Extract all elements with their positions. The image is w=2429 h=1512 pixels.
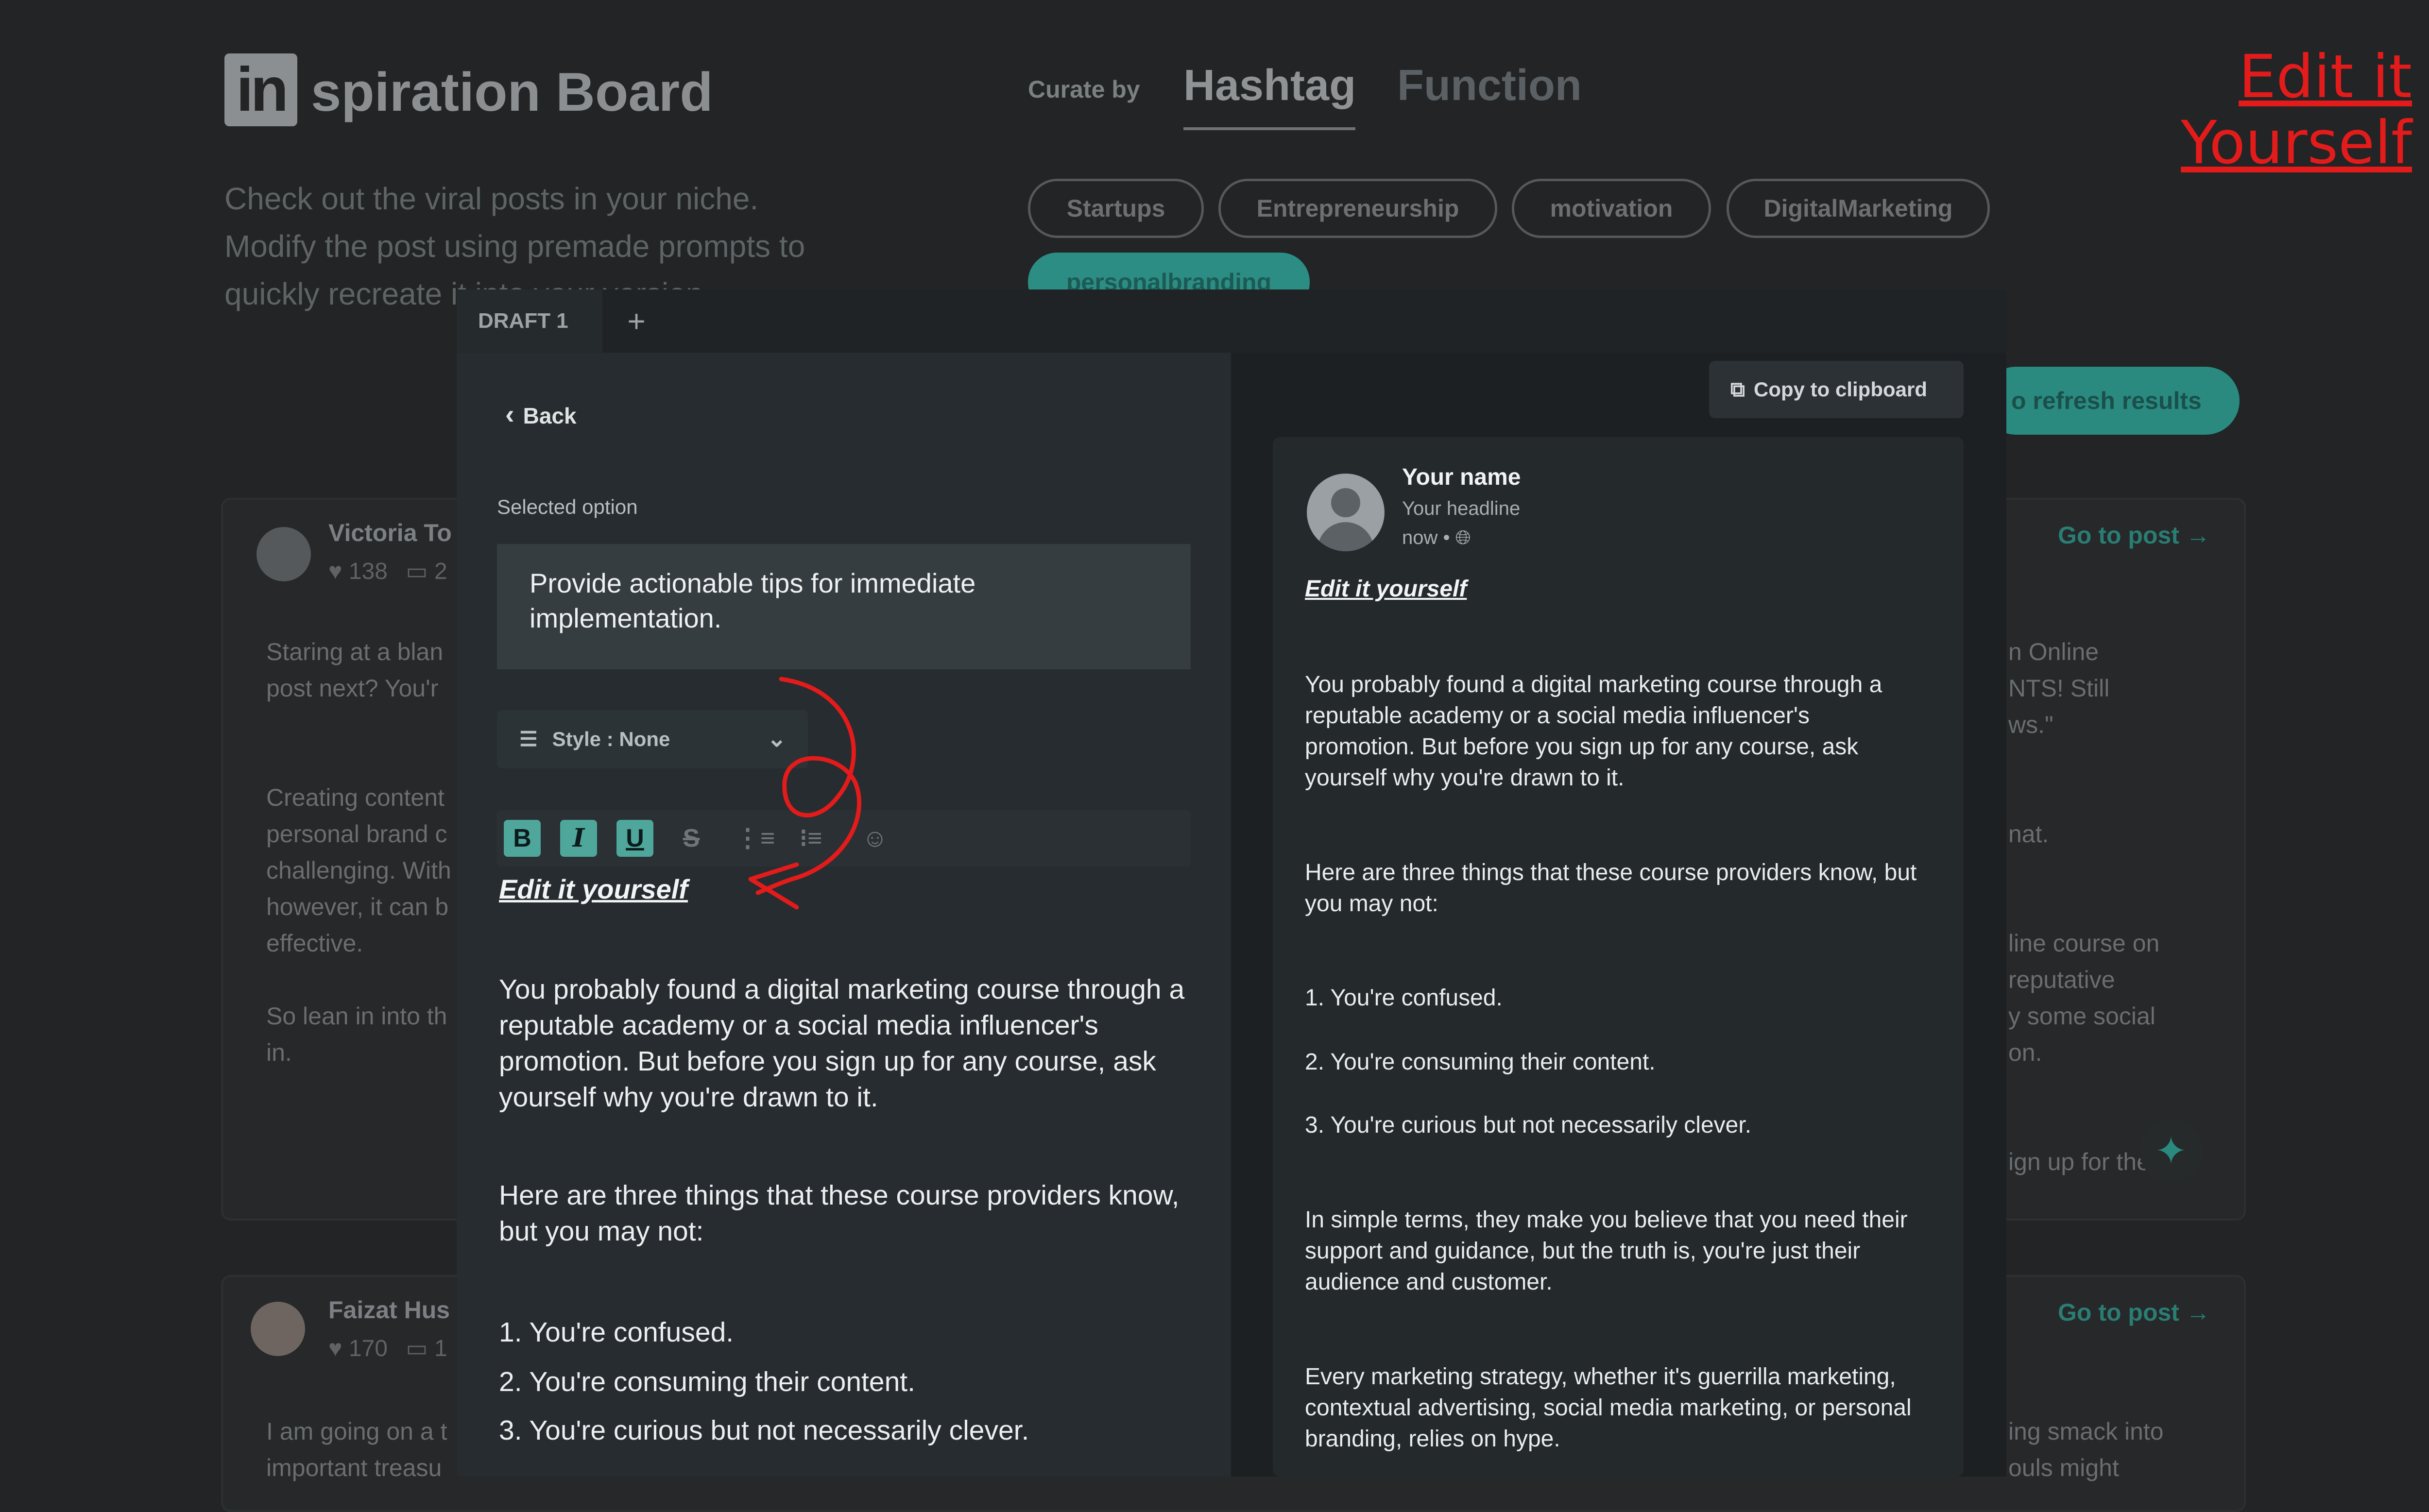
annotation-label: Edit it Yourself: [2181, 42, 2412, 177]
annotation-arrow: [748, 677, 861, 910]
